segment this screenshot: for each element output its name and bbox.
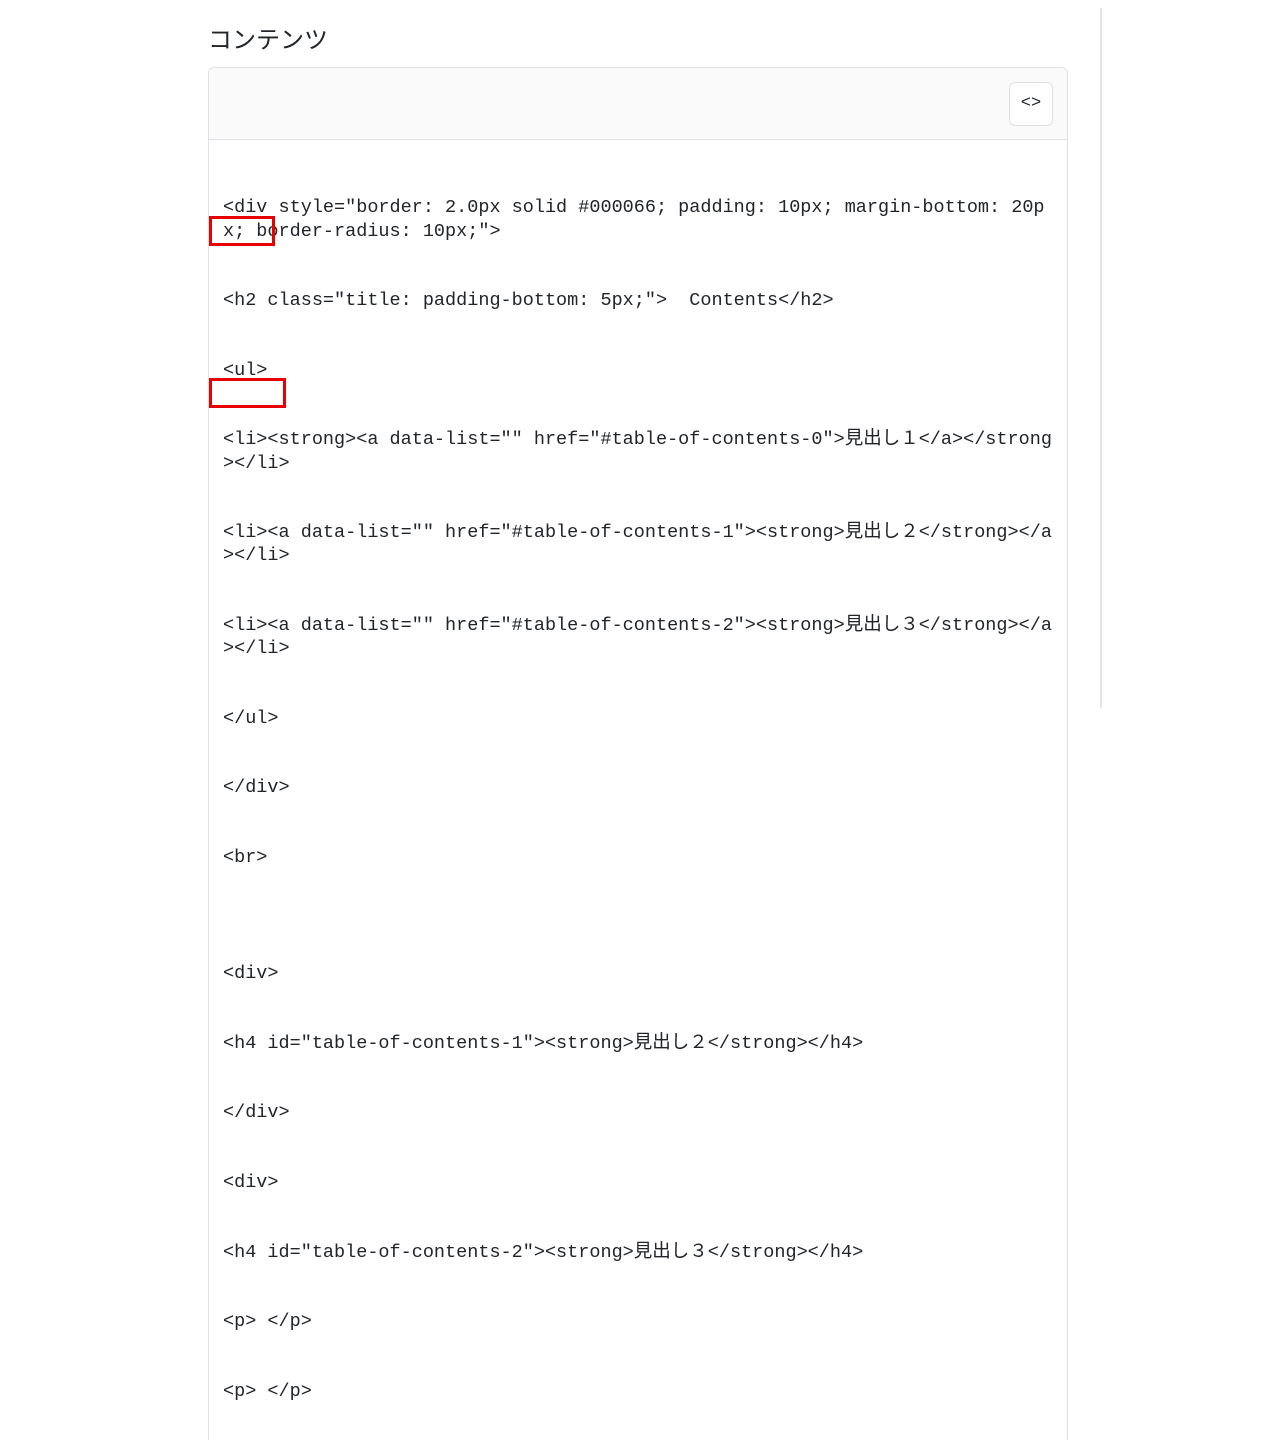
code-line: </div> [223, 776, 1053, 799]
code-line: <div> [223, 1171, 1053, 1194]
code-line: <p> </p> [223, 1380, 1053, 1403]
code-line: <div> [223, 962, 1053, 985]
code-line: <li><a data-list="" href="#table-of-cont… [223, 614, 1053, 660]
code-line: </ul> [223, 707, 1053, 730]
code-brackets-icon: <> [1021, 94, 1041, 113]
code-line: <h2 class="title: padding-bottom: 5px;">… [223, 289, 1053, 312]
code-line: <li><strong><a data-list="" href="#table… [223, 428, 1053, 474]
code-line: <ul> [223, 359, 1053, 382]
code-editor[interactable]: <div style="border: 2.0px solid #000066;… [209, 140, 1067, 1440]
code-line: <h4 id="table-of-contents-2"><strong>見出し… [223, 1241, 1053, 1264]
code-line: <div style="border: 2.0px solid #000066;… [223, 196, 1053, 242]
code-line: <p> </p> [223, 1310, 1053, 1333]
section-title: コンテンツ [208, 20, 1280, 55]
code-line: </div> [223, 1101, 1053, 1124]
content-panel: <> <div style="border: 2.0px solid #0000… [208, 67, 1068, 1440]
code-line: <br> [223, 846, 1053, 869]
vertical-divider [1100, 8, 1102, 708]
code-line: <li><a data-list="" href="#table-of-cont… [223, 521, 1053, 567]
highlight-box-ul-close [209, 378, 286, 408]
code-line: <h4 id="table-of-contents-1"><strong>見出し… [223, 1032, 1053, 1055]
panel-toolbar: <> [209, 68, 1067, 140]
code-view-button[interactable]: <> [1009, 82, 1053, 126]
